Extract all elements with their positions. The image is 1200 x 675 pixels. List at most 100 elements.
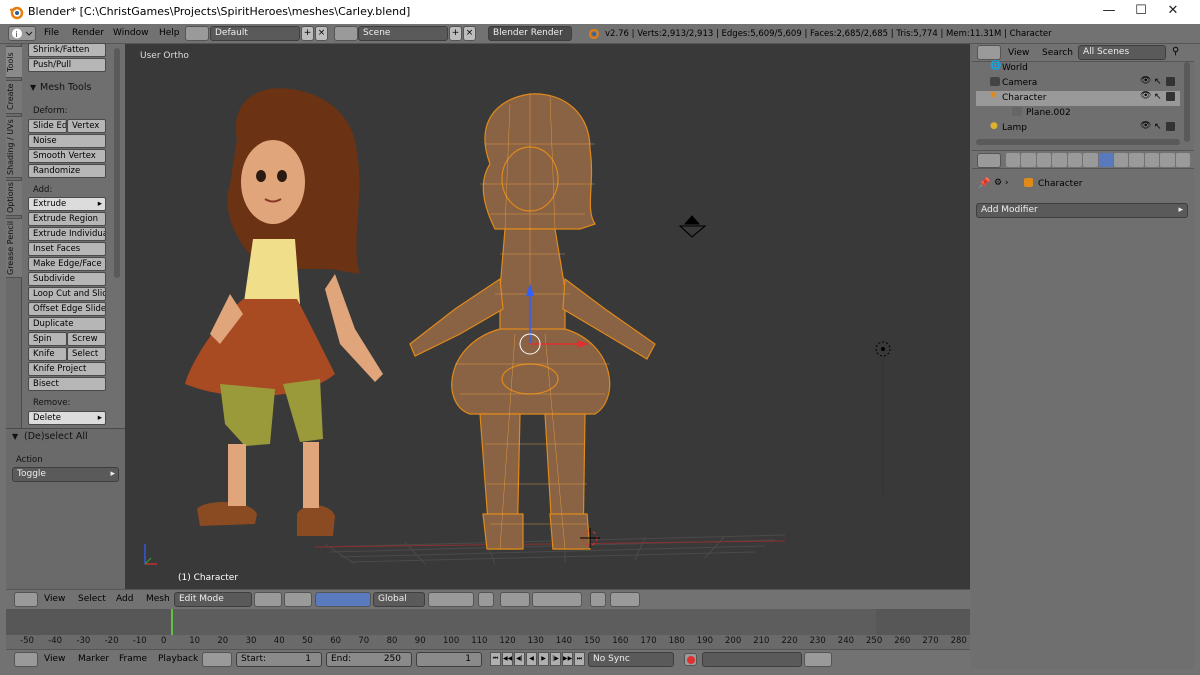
outliner-row-plane[interactable]: Plane.002 <box>976 106 1180 121</box>
add-modifier-dropdown[interactable]: Add Modifier ▸ <box>976 203 1188 218</box>
menu-window[interactable]: Window <box>113 28 149 38</box>
extrude-region-button[interactable]: Extrude Region <box>28 212 106 226</box>
pin-icon[interactable]: 📌 <box>978 178 990 189</box>
tab-shading-uvs[interactable]: Shading / UVs <box>6 116 22 178</box>
outliner-row-world[interactable]: 🌐 World <box>976 61 1180 76</box>
subdivide-button[interactable]: Subdivide <box>28 272 106 286</box>
editor-type-button[interactable]: i <box>8 26 36 41</box>
tl-menu-marker[interactable]: Marker <box>78 654 109 664</box>
knife-project-button[interactable]: Knife Project <box>28 362 106 376</box>
transport-button[interactable]: ▶▶ <box>562 652 573 666</box>
duplicate-button[interactable]: Duplicate <box>28 317 106 331</box>
noise-button[interactable]: Noise <box>28 134 106 148</box>
display-mode-dropdown[interactable]: All Scenes <box>1078 45 1166 60</box>
search-icon[interactable]: ⚲ <box>1172 46 1179 57</box>
particles-tab-icon[interactable] <box>1160 153 1175 167</box>
object-tab-icon[interactable] <box>1067 153 1083 167</box>
loop-cut-slide-button[interactable]: Loop Cut and Slide <box>28 287 106 301</box>
start-frame-field[interactable]: Start: 1 <box>236 652 322 667</box>
cursor-icon[interactable]: ↖ <box>1154 77 1162 87</box>
render-icon[interactable] <box>1166 122 1175 131</box>
eye-icon[interactable]: 👁 <box>1140 91 1151 101</box>
current-frame-field[interactable]: 1 <box>416 652 482 667</box>
end-frame-field[interactable]: End: 250 <box>326 652 412 667</box>
action-dropdown[interactable]: Toggle ▸ <box>12 467 119 482</box>
shrink-fatten-button[interactable]: Shrink/Fatten <box>28 43 106 57</box>
outliner-hscrollbar[interactable] <box>976 139 1180 145</box>
spin-button[interactable]: Spin <box>28 332 67 346</box>
outliner-menu-search[interactable]: Search <box>1042 48 1073 58</box>
select-mode-buttons[interactable] <box>428 592 474 607</box>
delete-dropdown[interactable]: Delete ▸ <box>28 411 106 425</box>
outliner-row-lamp[interactable]: ● Lamp 👁 ↖ <box>976 121 1180 136</box>
menu-help[interactable]: Help <box>159 28 180 38</box>
inset-faces-button[interactable]: Inset Faces <box>28 242 106 256</box>
layout-icon[interactable] <box>185 26 209 41</box>
tl-menu-frame[interactable]: Frame <box>119 654 147 664</box>
toolshelf-scrollbar[interactable] <box>114 48 120 278</box>
transport-button[interactable]: ◀◀ <box>502 652 513 666</box>
manipulator-buttons[interactable] <box>315 592 371 607</box>
smooth-vertex-button[interactable]: Smooth Vertex <box>28 149 106 163</box>
cursor-icon[interactable]: ↖ <box>1154 92 1162 102</box>
operator-collapse-icon[interactable]: ▼ <box>12 432 18 441</box>
eye-icon[interactable]: 👁 <box>1140 121 1151 131</box>
outliner-menu-view[interactable]: View <box>1008 48 1029 58</box>
opengl-render-button[interactable] <box>590 592 606 607</box>
transport-button[interactable]: ⏭ <box>574 652 585 666</box>
editor-type-properties-button[interactable] <box>977 153 1001 168</box>
world-tab-icon[interactable] <box>1052 153 1067 167</box>
orientation-dropdown[interactable]: Global <box>373 592 425 607</box>
vp-menu-view[interactable]: View <box>44 594 65 604</box>
outliner-row-character[interactable]: ▼ Character 👁 ↖ <box>976 91 1180 106</box>
menu-render[interactable]: Render <box>72 28 104 38</box>
material-tab-icon[interactable] <box>1129 153 1144 167</box>
menu-file[interactable]: File <box>44 28 59 38</box>
keying-set-field[interactable] <box>702 652 802 667</box>
pivot-dropdown[interactable] <box>284 592 312 607</box>
vp-menu-add[interactable]: Add <box>116 594 133 604</box>
push-pull-button[interactable]: Push/Pull <box>28 58 106 72</box>
sync-dropdown[interactable]: No Sync <box>588 652 674 667</box>
transport-button[interactable]: ◀| <box>514 652 525 666</box>
scene-icon[interactable] <box>334 26 358 41</box>
vp-menu-select[interactable]: Select <box>78 594 106 604</box>
vp-menu-mesh[interactable]: Mesh <box>146 594 170 604</box>
tab-create[interactable]: Create <box>6 80 22 114</box>
eye-icon[interactable]: 👁 <box>1140 76 1151 86</box>
tab-grease-pencil[interactable]: Grease Pencil <box>6 218 22 278</box>
tl-menu-playback[interactable]: Playback <box>158 654 198 664</box>
slide-edge-button[interactable]: Slide Ed <box>28 119 67 133</box>
add-scene-button[interactable]: + <box>449 26 462 41</box>
extrude-individual-button[interactable]: Extrude Individual <box>28 227 106 241</box>
mode-dropdown[interactable]: Edit Mode <box>174 592 252 607</box>
cursor-icon[interactable]: ↖ <box>1154 122 1162 132</box>
data-tab-icon[interactable] <box>1113 153 1129 167</box>
editor-type-outliner-button[interactable] <box>977 45 1001 60</box>
editor-type-timeline-button[interactable] <box>14 652 38 667</box>
tl-menu-view[interactable]: View <box>44 654 65 664</box>
randomize-button[interactable]: Randomize <box>28 164 106 178</box>
transport-button[interactable]: ▶ <box>538 652 549 666</box>
occlude-button[interactable] <box>478 592 494 607</box>
make-edge-face-button[interactable]: Make Edge/Face <box>28 257 106 271</box>
render-engine-dropdown[interactable]: Blender Render <box>488 26 572 41</box>
transport-button[interactable]: ⏮ <box>490 652 501 666</box>
modifiers-tab-icon[interactable] <box>1098 153 1113 167</box>
render-tab-icon[interactable] <box>1006 153 1021 167</box>
keyframe-buttons[interactable] <box>804 652 832 667</box>
mesh-tools-title[interactable]: Mesh Tools <box>40 82 91 93</box>
preview-range-button[interactable] <box>202 652 232 667</box>
remove-layout-button[interactable]: × <box>315 26 328 41</box>
tab-tools[interactable]: Tools <box>6 46 22 78</box>
extrude-dropdown[interactable]: Extrude ▸ <box>28 197 106 211</box>
knife-select-button[interactable]: Select <box>67 347 106 361</box>
render-icon[interactable] <box>1166 77 1175 86</box>
proportional-edit-dropdown[interactable] <box>500 592 530 607</box>
knife-button[interactable]: Knife <box>28 347 67 361</box>
vertex-slide-button[interactable]: Vertex <box>67 119 106 133</box>
screen-layout-field[interactable]: Default <box>210 26 300 41</box>
bisect-button[interactable]: Bisect <box>28 377 106 391</box>
transport-button[interactable]: ◀ <box>526 652 537 666</box>
outliner-row-camera[interactable]: Camera 👁 ↖ <box>976 76 1180 91</box>
